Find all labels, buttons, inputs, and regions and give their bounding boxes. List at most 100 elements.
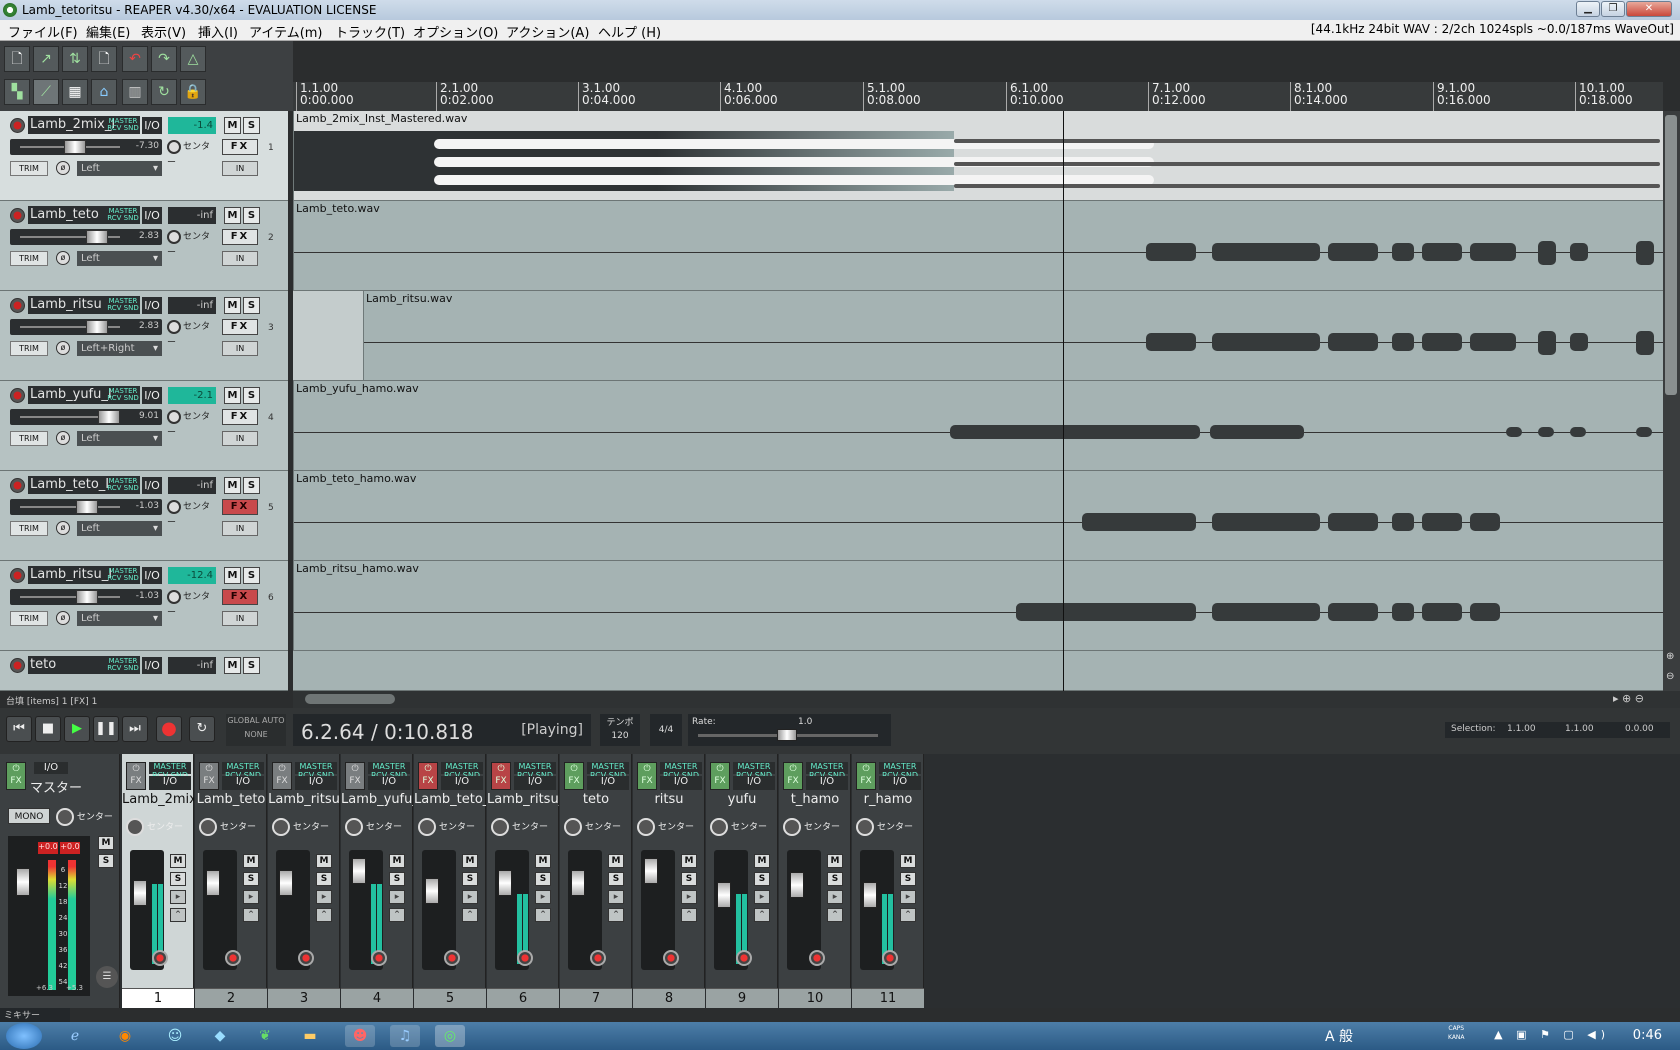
strip-solo-button[interactable]: S: [243, 872, 259, 886]
route-indicator[interactable]: MASTER RCV SND: [106, 208, 140, 222]
route-indicator[interactable]: MASTER RCV SND: [106, 568, 140, 582]
strip-route-indicator[interactable]: MASTER RCV SND: [514, 762, 556, 780]
mixer-strip-5[interactable]: ⏻FXMASTER RCV SNDI/O Lamb_teto_I センター MS ▸ ⌃ 5: [414, 754, 486, 1008]
envelope-points-icon[interactable]: ⌂: [91, 79, 117, 105]
pan-knob[interactable]: センター: [167, 589, 217, 618]
leaf-app-taskbar-icon[interactable]: ❦: [250, 1025, 280, 1047]
input-monitor-button[interactable]: IN: [222, 521, 258, 536]
strip-record-arm-button[interactable]: [736, 950, 752, 966]
volume-fader[interactable]: -1.03: [10, 589, 162, 605]
mute-button[interactable]: M: [224, 117, 241, 134]
horizontal-scrollbar[interactable]: ▸ ⊕ ⊖: [293, 691, 1680, 708]
record-arm-button[interactable]: [10, 568, 25, 583]
input-channel-select[interactable]: Left: [77, 251, 162, 266]
strip-solo-button[interactable]: S: [389, 872, 405, 886]
io-button[interactable]: I/O: [142, 387, 162, 404]
master-strip[interactable]: ⏻ FX I/O マスター MONO センター +0.0 +0.0 6 12 18…: [0, 754, 120, 1008]
strip-io-button[interactable]: I/O: [149, 776, 191, 790]
strip-fader[interactable]: [790, 872, 804, 898]
zoom-controls-icon[interactable]: ▸ ⊕ ⊖: [1613, 692, 1644, 705]
strip-route-indicator[interactable]: MASTER RCV SND: [441, 762, 483, 780]
mute-button[interactable]: M: [224, 477, 241, 494]
strip-automation-icon[interactable]: ⌃: [170, 908, 186, 922]
mute-button[interactable]: M: [224, 297, 241, 314]
solo-button[interactable]: S: [243, 657, 260, 674]
strip-automation-icon[interactable]: ⌃: [608, 908, 624, 922]
strip-mute-button[interactable]: M: [754, 854, 770, 868]
lock-icon[interactable]: 🔒: [180, 79, 206, 105]
fx-button[interactable]: FX: [222, 139, 258, 155]
time-signature-display[interactable]: 4/4: [650, 714, 682, 746]
mixer-tab[interactable]: ミキサー: [0, 1008, 70, 1022]
strip-io-button[interactable]: I/O: [587, 776, 629, 790]
strip-automation-icon[interactable]: ⌃: [754, 908, 770, 922]
strip-io-button[interactable]: I/O: [222, 776, 264, 790]
redo-icon[interactable]: ↷: [151, 46, 177, 72]
horizontal-scroll-thumb[interactable]: [305, 694, 395, 704]
trim-automation-button[interactable]: TRIM: [10, 521, 48, 536]
input-monitor-button[interactable]: IN: [222, 431, 258, 446]
phase-invert-icon[interactable]: ø: [56, 521, 70, 535]
strip-phase-icon[interactable]: ▸: [754, 890, 770, 904]
input-monitor-button[interactable]: IN: [222, 611, 258, 626]
strip-mute-button[interactable]: M: [389, 854, 405, 868]
strip-route-indicator[interactable]: MASTER RCV SND: [587, 762, 629, 780]
io-button[interactable]: I/O: [142, 657, 162, 674]
strip-pan-knob[interactable]: センター: [856, 818, 920, 836]
fx-button[interactable]: FX: [222, 499, 258, 515]
mute-button[interactable]: M: [224, 567, 241, 584]
input-monitor-button[interactable]: IN: [222, 161, 258, 176]
track-2-controls[interactable]: Lamb_teto MASTER RCV SND I/O -inf M S 2.…: [0, 201, 288, 291]
fx-button[interactable]: FX: [222, 409, 258, 425]
strip-record-arm-button[interactable]: [152, 950, 168, 966]
strip-mute-button[interactable]: M: [243, 854, 259, 868]
route-indicator[interactable]: MASTER RCV SND: [106, 118, 140, 132]
tempo-display[interactable]: テンポ 120: [600, 714, 640, 746]
menu-item[interactable]: アイテム(m): [249, 22, 323, 41]
undo-icon[interactable]: ↶: [122, 46, 148, 72]
strip-pan-knob[interactable]: センター: [783, 818, 847, 836]
strip-fader[interactable]: [863, 882, 877, 908]
app-active-taskbar-icon[interactable]: ☻: [345, 1025, 375, 1047]
mixer-strip-1[interactable]: ⏻FXMASTER RCV SNDI/O Lamb_2mix_ センター MS ▸ ⌃ 1: [122, 754, 194, 1008]
strip-name[interactable]: Lamb_ritsu_: [487, 792, 559, 810]
strip-automation-icon[interactable]: ⌃: [243, 908, 259, 922]
input-channel-select[interactable]: Left: [77, 161, 162, 176]
strip-name[interactable]: Lamb_2mix_: [122, 792, 194, 810]
volume-fader[interactable]: -1.03: [10, 499, 162, 515]
io-button[interactable]: I/O: [142, 207, 162, 224]
strip-fader[interactable]: [498, 870, 512, 896]
item-grouping-icon[interactable]: ▦: [62, 79, 88, 105]
strip-fx-button[interactable]: ⏻ FX: [126, 762, 146, 790]
repeat-toggle-button[interactable]: ↻: [189, 716, 215, 742]
ripple-edit-icon[interactable]: ⟋: [33, 79, 59, 105]
strip-fx-button[interactable]: ⏻ FX: [856, 762, 876, 790]
track-1-controls[interactable]: Lamb_2mix_I MASTER RCV SND I/O -1.4 M S …: [0, 111, 288, 201]
volume-fader[interactable]: 2.83: [10, 319, 162, 335]
fx-button[interactable]: FX: [222, 589, 258, 605]
strip-solo-button[interactable]: S: [462, 872, 478, 886]
strip-fader[interactable]: [206, 870, 220, 896]
phase-invert-icon[interactable]: ø: [56, 611, 70, 625]
pan-knob[interactable]: センター: [167, 319, 217, 348]
strip-pan-knob[interactable]: センター: [710, 818, 774, 836]
strip-automation-icon[interactable]: ⌃: [316, 908, 332, 922]
strip-automation-icon[interactable]: ⌃: [389, 908, 405, 922]
track-7-controls[interactable]: teto MASTER RCV SND I/O -inf M S: [0, 651, 288, 691]
track-3-controls[interactable]: Lamb_ritsu MASTER RCV SND I/O -inf M S 2…: [0, 291, 288, 381]
strip-record-arm-button[interactable]: [809, 950, 825, 966]
menu-options[interactable]: オプション(O): [413, 22, 498, 41]
route-indicator[interactable]: MASTER RCV SND: [106, 478, 140, 492]
master-io-button[interactable]: I/O: [34, 762, 68, 774]
strip-io-button[interactable]: I/O: [368, 776, 410, 790]
strip-solo-button[interactable]: S: [754, 872, 770, 886]
strip-mute-button[interactable]: M: [316, 854, 332, 868]
strip-pan-knob[interactable]: センター: [418, 818, 482, 836]
mixer-strip-3[interactable]: ⏻FXMASTER RCV SNDI/O Lamb_ritsu センター MS ▸ ⌃ 3: [268, 754, 340, 1008]
mixer-menu-icon[interactable]: ☰: [96, 966, 118, 988]
volume-fader[interactable]: 9.01: [10, 409, 162, 425]
strip-phase-icon[interactable]: ▸: [900, 890, 916, 904]
phase-invert-icon[interactable]: ø: [56, 251, 70, 265]
strip-fx-button[interactable]: ⏻ FX: [345, 762, 365, 790]
master-mute-button[interactable]: M: [98, 836, 114, 850]
